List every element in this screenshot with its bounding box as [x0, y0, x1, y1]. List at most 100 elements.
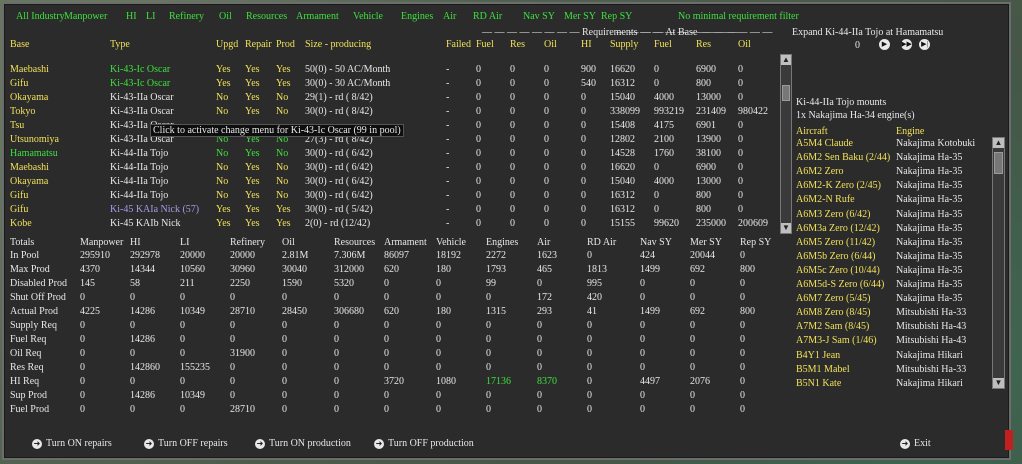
factory-row[interactable]: Maebashi Ki-43-Ic Oscar Yes Yes Yes 50(0) - 5… — [4, 64, 774, 76]
aircraft-row[interactable]: A6M5b Zero (6/44) Nakajima Ha-35 — [796, 251, 986, 263]
cell-type[interactable]: Ki-44-IIa Tojo — [110, 148, 168, 159]
aircraft-row[interactable]: A6M7 Zero (5/45) Nakajima Ha-35 — [796, 293, 986, 305]
aircraft-row[interactable]: B5M1 Mabel Mitsubishi Ha-33 — [796, 364, 986, 376]
cell-base[interactable]: Maebashi — [10, 64, 49, 75]
filter-hi[interactable]: HI — [126, 11, 137, 22]
filter-oil[interactable]: Oil — [219, 11, 232, 22]
factory-row[interactable]: Okayama Ki-44-IIa Tojo No Yes No 30(0) - rd (… — [4, 176, 774, 188]
filter-all-industry[interactable]: All Industry — [16, 11, 65, 22]
filter-mer-sy[interactable]: Mer SY — [564, 11, 596, 22]
cell-base[interactable]: Utsunomiya — [10, 134, 59, 145]
column-header-upgd[interactable]: Upgd — [216, 39, 238, 50]
scroll-thumb[interactable] — [782, 85, 790, 101]
aircraft-name[interactable]: A6M5b Zero (6/44) — [796, 251, 875, 262]
aircraft-name[interactable]: B5M1 Mabel — [796, 364, 850, 375]
column-header-fuel[interactable]: Fuel — [654, 39, 672, 50]
cell-base[interactable]: Okayama — [10, 92, 48, 103]
aircraft-row[interactable]: A6M5d-S Zero (6/44) Nakajima Ha-35 — [796, 279, 986, 291]
exit-button[interactable]: ➜ Exit — [900, 438, 931, 449]
column-header-oil[interactable]: Oil — [738, 39, 751, 50]
filter-vehicle[interactable]: Vehicle — [353, 11, 383, 22]
aircraft-row[interactable]: A7M2 Sam (8/45) Mitsubishi Ha-43 — [796, 321, 986, 333]
cell-type[interactable]: Ki-45 KAIa Nick (57) — [110, 204, 199, 215]
cell-type[interactable]: Ki-43-IIa Oscar — [110, 92, 174, 103]
filter-resources[interactable]: Resources — [246, 11, 287, 22]
column-header-repair[interactable]: Repair — [245, 39, 272, 50]
column-header-hi[interactable]: HI — [581, 39, 592, 50]
aircraft-name[interactable]: A6M2 Zero — [796, 166, 844, 177]
aircraft-name[interactable]: A6M7 Zero (5/45) — [796, 293, 870, 304]
column-header-res[interactable]: Res — [510, 39, 525, 50]
cell-type[interactable]: Ki-44-IIa Tojo — [110, 162, 168, 173]
aircraft-row[interactable]: A6M8 Zero (8/45) Mitsubishi Ha-33 — [796, 307, 986, 319]
aircraft-name[interactable]: A7M3-J Sam (1/46) — [796, 335, 877, 346]
cell-type[interactable]: Ki-43-Ic Oscar — [110, 78, 170, 89]
factory-row[interactable]: Kobe Ki-45 KAIb Nick Yes Yes Yes 2(0) - rd (1… — [4, 218, 774, 230]
cell-base[interactable]: Gifu — [10, 190, 28, 201]
factory-scrollbar[interactable]: ▲ ▼ — [780, 54, 792, 234]
aircraft-name[interactable]: A6M8 Zero (8/45) — [796, 307, 870, 318]
filter-air[interactable]: Air — [443, 11, 456, 22]
column-header-type[interactable]: Type — [110, 39, 130, 50]
filter-no-minimal-requirement-filter[interactable]: No minimal requirement filter — [678, 11, 799, 22]
filter-rd-air[interactable]: RD Air — [473, 11, 502, 22]
factory-row[interactable]: Gifu Ki-45 KAIa Nick (57) Yes Yes Yes 30(0) -… — [4, 204, 774, 216]
aircraft-row[interactable]: A5M4 Claude Nakajima Kotobuki — [796, 138, 986, 150]
cell-type[interactable]: Ki-43-IIa Oscar — [110, 106, 174, 117]
scroll-down-icon[interactable]: ▼ — [993, 378, 1004, 388]
scroll-up-icon[interactable]: ▲ — [993, 138, 1004, 148]
filter-manpower[interactable]: Manpower — [64, 11, 107, 22]
next-icon[interactable]: ▶ — [879, 39, 890, 50]
filter-armament[interactable]: Armament — [296, 11, 339, 22]
aircraft-name[interactable]: A6M5d-S Zero (6/44) — [796, 279, 884, 290]
filter-li[interactable]: LI — [146, 11, 155, 22]
scroll-down-icon[interactable]: ▼ — [781, 223, 791, 233]
aircraft-row[interactable]: A6M5c Zero (10/44) Nakajima Ha-35 — [796, 265, 986, 277]
cell-base[interactable]: Hamamatsu — [10, 148, 58, 159]
aircraft-row[interactable]: A6M3 Zero (6/42) Nakajima Ha-35 — [796, 209, 986, 221]
cell-base[interactable]: Tsu — [10, 120, 24, 131]
aircraft-row[interactable]: A6M5 Zero (11/42) Nakajima Ha-35 — [796, 237, 986, 249]
factory-row[interactable]: Hamamatsu Ki-44-IIa Tojo No Yes No 30(0) - rd… — [4, 148, 774, 160]
cell-type[interactable]: Ki-44-IIa Tojo — [110, 176, 168, 187]
cell-base[interactable]: Tokyo — [10, 106, 35, 117]
aircraft-row[interactable]: A6M2-N Rufe Nakajima Ha-35 — [796, 194, 986, 206]
filter-rep-sy[interactable]: Rep SY — [601, 11, 632, 22]
last-icon[interactable]: ▶| — [919, 39, 930, 50]
turn-on-production-button[interactable]: ➜ Turn ON production — [255, 438, 351, 449]
aircraft-scrollbar[interactable]: ▲ ▼ — [992, 137, 1005, 389]
cell-base[interactable]: Okayama — [10, 176, 48, 187]
column-header-oil[interactable]: Oil — [544, 39, 557, 50]
filter-engines[interactable]: Engines — [401, 11, 433, 22]
scroll-thumb[interactable] — [994, 152, 1003, 174]
fast-forward-icon[interactable]: ▶▶ — [901, 39, 912, 50]
aircraft-row[interactable]: A6M2 Zero Nakajima Ha-35 — [796, 166, 986, 178]
aircraft-name[interactable]: A6M3a Zero (12/42) — [796, 223, 880, 234]
cell-base[interactable]: Gifu — [10, 78, 28, 89]
aircraft-name[interactable]: A6M2-N Rufe — [796, 194, 855, 205]
aircraft-name[interactable]: A6M2-K Zero (2/45) — [796, 180, 881, 191]
column-header-base[interactable]: Base — [10, 39, 29, 50]
aircraft-name[interactable]: B4Y1 Jean — [796, 350, 840, 361]
aircraft-name[interactable]: B5N1 Kate — [796, 378, 841, 389]
cell-base[interactable]: Gifu — [10, 204, 28, 215]
column-header-prod[interactable]: Prod — [276, 39, 295, 50]
aircraft-name[interactable]: A7M2 Sam (8/45) — [796, 321, 869, 332]
factory-row[interactable]: Maebashi Ki-44-IIa Tojo No Yes No 30(0) - rd … — [4, 162, 774, 174]
factory-row[interactable]: Okayama Ki-43-IIa Oscar No Yes No 29(1) - rd … — [4, 92, 774, 104]
aircraft-row[interactable]: B5N1 Kate Nakajima Hikari — [796, 378, 986, 390]
turn-off-production-button[interactable]: ➜ Turn OFF production — [374, 438, 474, 449]
cell-type[interactable]: Ki-43-Ic Oscar — [110, 64, 170, 75]
scroll-up-icon[interactable]: ▲ — [781, 55, 791, 65]
aircraft-name[interactable]: A6M3 Zero (6/42) — [796, 209, 870, 220]
aircraft-row[interactable]: A7M3-J Sam (1/46) Mitsubishi Ha-43 — [796, 335, 986, 347]
aircraft-name[interactable]: A6M2 Sen Baku (2/44) — [796, 152, 890, 163]
aircraft-name[interactable]: A5M4 Claude — [796, 138, 853, 149]
filter-nav-sy[interactable]: Nav SY — [523, 11, 555, 22]
factory-row[interactable]: Gifu Ki-43-Ic Oscar Yes Yes Yes 30(0) - 30 AC… — [4, 78, 774, 90]
aircraft-row[interactable]: A6M3a Zero (12/42) Nakajima Ha-35 — [796, 223, 986, 235]
turn-on-repairs-button[interactable]: ➜ Turn ON repairs — [32, 438, 112, 449]
column-header-failed[interactable]: Failed — [446, 39, 471, 50]
column-header-supply[interactable]: Supply — [610, 39, 638, 50]
factory-row[interactable]: Tokyo Ki-43-IIa Oscar No Yes No 30(0) - rd ( … — [4, 106, 774, 118]
